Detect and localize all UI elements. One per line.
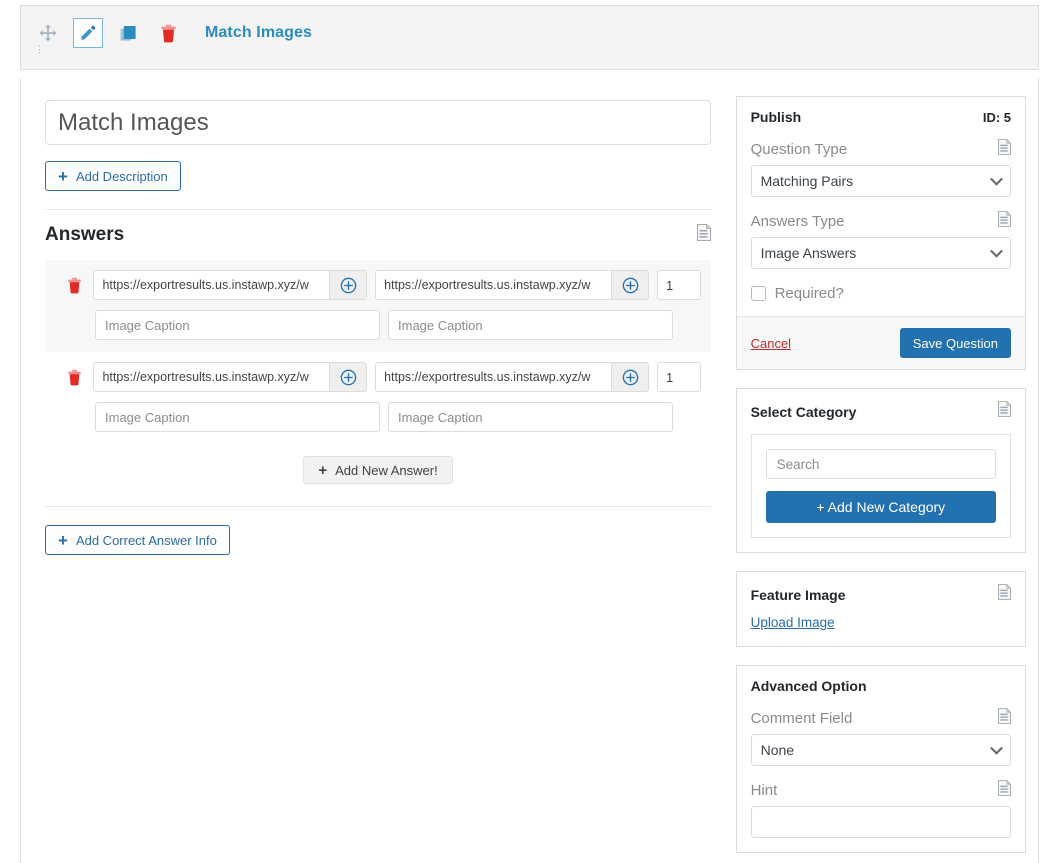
cancel-link[interactable]: Cancel: [751, 336, 791, 351]
block-toolbar: ⋮ Match Images: [20, 5, 1039, 70]
edit-icon: [79, 24, 97, 42]
category-note-icon[interactable]: [998, 401, 1011, 422]
question-title-input[interactable]: [45, 100, 711, 145]
divider: [45, 506, 711, 507]
plus-circle-icon: [622, 369, 639, 386]
answer-left-media-button[interactable]: [329, 362, 367, 392]
category-search-input[interactable]: [766, 449, 996, 479]
answer-left-caption-input[interactable]: [95, 402, 380, 432]
answer-left-url-group: [93, 270, 367, 300]
answer-right-caption-input[interactable]: [388, 310, 673, 340]
answers-heading: Answers: [45, 224, 124, 246]
answers-type-select[interactable]: Image Answers: [751, 237, 1011, 269]
answers-type-value: Image Answers: [761, 245, 857, 261]
category-search-box: + Add New Category: [751, 434, 1011, 538]
answer-right-media-button[interactable]: [611, 270, 649, 300]
hint-note-icon[interactable]: [998, 780, 1011, 800]
answer-right-url-group: [375, 362, 649, 392]
add-new-answer-button[interactable]: + Add New Answer!: [303, 456, 452, 484]
move-icon: [38, 23, 58, 43]
add-description-label: Add Description: [76, 169, 168, 184]
hint-label: Hint: [751, 782, 778, 799]
answer-right-url-group: [375, 270, 649, 300]
add-answer-row: + Add New Answer!: [45, 456, 711, 484]
answer-left-media-button[interactable]: [329, 270, 367, 300]
answer-left-url-input[interactable]: [93, 362, 329, 392]
required-label: Required?: [775, 285, 844, 302]
question-type-label: Question Type: [751, 141, 847, 158]
answer-right-caption-input[interactable]: [388, 402, 673, 432]
delete-answer-button[interactable]: [55, 277, 93, 294]
delete-answer-button[interactable]: [55, 369, 93, 386]
feature-image-note-icon[interactable]: [998, 584, 1011, 605]
publish-panel: Publish ID: 5 Question Type: [736, 96, 1026, 370]
question-type-value: Matching Pairs: [761, 173, 854, 189]
question-type-note-icon[interactable]: [998, 139, 1011, 159]
answer-row: [45, 352, 711, 444]
answers-type-label: Answers Type: [751, 213, 845, 230]
editor-page: + Add Description Answers: [20, 78, 1039, 863]
feature-image-title: Feature Image: [751, 587, 846, 603]
answer-row: [45, 260, 711, 352]
answer-left-url-input[interactable]: [93, 270, 329, 300]
comment-field-select[interactable]: None: [751, 734, 1011, 766]
edit-icon-button[interactable]: [73, 18, 103, 48]
drag-handle-dots[interactable]: ⋮: [35, 48, 38, 51]
delete-icon-button[interactable]: [153, 18, 183, 48]
plus-circle-icon: [340, 369, 357, 386]
advanced-option-title: Advanced Option: [751, 678, 867, 694]
plus-circle-icon: [340, 277, 357, 294]
move-icon-button[interactable]: ⋮: [33, 18, 63, 48]
chevron-down-icon: [990, 742, 1003, 755]
answers-list: + Add New Answer!: [45, 260, 711, 484]
plus-icon: +: [58, 168, 68, 185]
duplicate-icon: [119, 24, 138, 43]
hint-input[interactable]: [751, 806, 1011, 838]
category-panel: Select Category + Add New Category: [736, 388, 1026, 553]
upload-image-link[interactable]: Upload Image: [751, 615, 835, 630]
required-checkbox[interactable]: [751, 286, 766, 301]
feature-image-panel: Feature Image Upload Image: [736, 571, 1026, 647]
answer-order-input[interactable]: [657, 270, 701, 300]
add-new-answer-label: Add New Answer!: [335, 463, 438, 478]
trash-icon: [67, 277, 82, 294]
advanced-option-panel: Advanced Option Comment Field: [736, 665, 1026, 853]
plus-circle-icon: [622, 277, 639, 294]
add-description-button[interactable]: + Add Description: [45, 161, 181, 191]
answer-right-url-input[interactable]: [375, 270, 611, 300]
plus-icon: +: [58, 532, 68, 549]
save-question-button[interactable]: Save Question: [900, 328, 1011, 358]
question-type-select[interactable]: Matching Pairs: [751, 165, 1011, 197]
delete-icon: [160, 24, 177, 43]
answers-type-note-icon[interactable]: [998, 211, 1011, 231]
comment-field-value: None: [761, 742, 794, 758]
answer-left-caption-input[interactable]: [95, 310, 380, 340]
question-main-column: + Add Description Answers: [21, 78, 730, 863]
category-title: Select Category: [751, 404, 857, 420]
question-id: ID: 5: [983, 110, 1011, 125]
add-new-category-button[interactable]: + Add New Category: [766, 491, 996, 523]
add-correct-answer-info-label: Add Correct Answer Info: [76, 533, 217, 548]
divider: [45, 209, 711, 210]
answers-section-header: Answers: [45, 224, 711, 246]
publish-title: Publish: [751, 109, 802, 125]
answer-right-media-button[interactable]: [611, 362, 649, 392]
answer-order-input[interactable]: [657, 362, 701, 392]
comment-field-label: Comment Field: [751, 710, 853, 727]
chevron-down-icon: [990, 245, 1003, 258]
add-correct-answer-info-button[interactable]: + Add Correct Answer Info: [45, 525, 230, 555]
answers-note-icon[interactable]: [697, 224, 711, 246]
block-title[interactable]: Match Images: [205, 18, 312, 48]
comment-field-note-icon[interactable]: [998, 708, 1011, 728]
chevron-down-icon: [990, 173, 1003, 186]
answer-right-url-input[interactable]: [375, 362, 611, 392]
answer-left-url-group: [93, 362, 367, 392]
plus-icon: +: [318, 462, 327, 479]
duplicate-icon-button[interactable]: [113, 18, 143, 48]
sidebar: Publish ID: 5 Question Type: [730, 78, 1038, 863]
trash-icon: [67, 369, 82, 386]
